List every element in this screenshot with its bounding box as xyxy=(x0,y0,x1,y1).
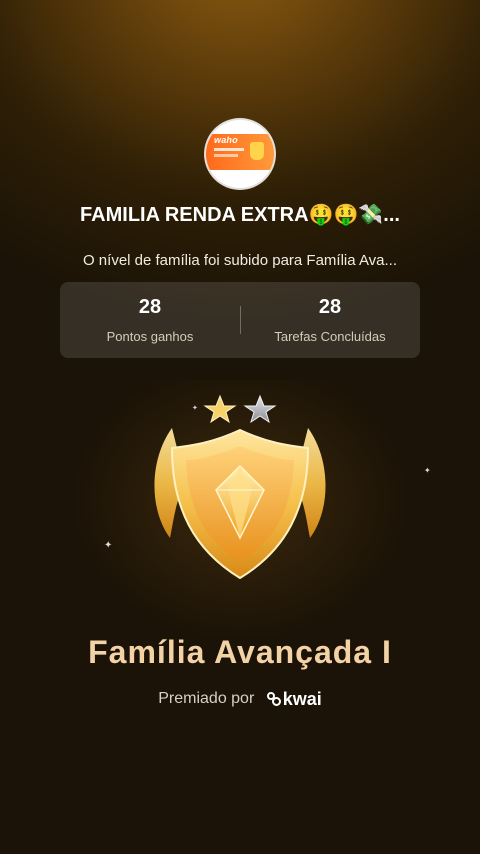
sparkle-icon: ✦ xyxy=(104,540,113,551)
gold-star-icon xyxy=(203,394,237,424)
stat-points-value: 28 xyxy=(138,296,162,318)
group-name: FAMILIA RENDA EXTRA🤑🤑💸... xyxy=(80,204,400,226)
stats-card: 28 Pontos ganhos 28 Tarefas Concluídas xyxy=(60,282,420,358)
awarded-by-prefix: Premiado por xyxy=(158,689,255,707)
stat-tasks: 28 Tarefas Concluídas xyxy=(240,282,420,358)
awarded-by: Premiado por kwai xyxy=(0,688,480,710)
level-title: Família Avançada I xyxy=(88,634,392,670)
avatar-text-line xyxy=(214,154,238,157)
trophy-icon xyxy=(250,142,264,160)
stat-tasks-label: Tarefas Concluídas xyxy=(274,329,386,344)
kwai-mark-icon xyxy=(266,692,281,707)
stat-points: 28 Pontos ganhos xyxy=(60,282,240,358)
kwai-logo: kwai xyxy=(266,688,322,710)
silver-star-icon xyxy=(243,394,277,424)
sparkle-icon: ✦ xyxy=(192,405,198,412)
stat-points-label: Pontos ganhos xyxy=(106,329,194,344)
stat-tasks-value: 28 xyxy=(318,296,342,318)
level-up-message: O nível de família foi subido para Famíl… xyxy=(82,252,398,269)
group-avatar[interactable]: waho xyxy=(206,120,274,188)
avatar-brand-text: waho xyxy=(214,135,238,145)
avatar-text-line xyxy=(214,148,244,151)
shield-diamond-badge-icon xyxy=(154,394,326,580)
sparkle-icon: ✦ xyxy=(424,466,431,475)
kwai-brand-text: kwai xyxy=(282,688,322,709)
